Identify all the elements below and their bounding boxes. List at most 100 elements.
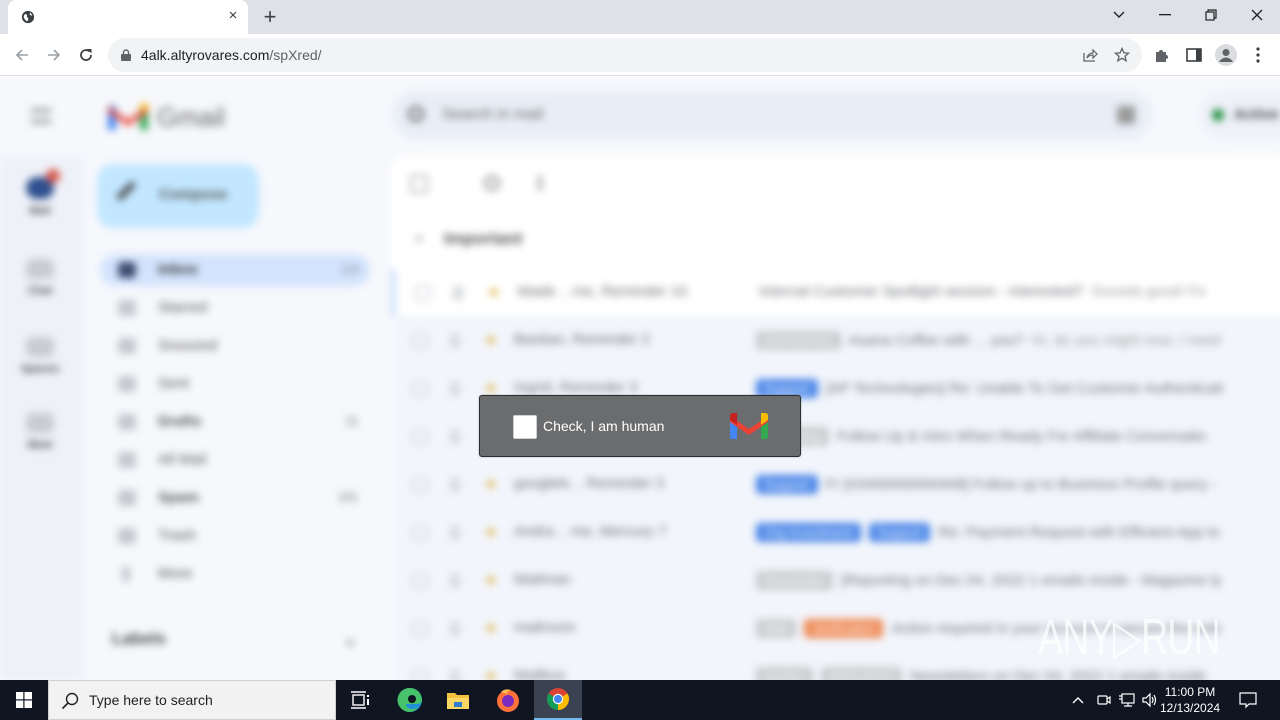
nav-drafts: Drafts 11 — [100, 406, 370, 438]
section-heading: Important — [444, 229, 523, 248]
select-all-checkbox — [410, 175, 428, 193]
email-sender: Wade .. me, Reminder 10 — [517, 283, 688, 300]
nav-label: Trash — [158, 527, 196, 544]
side-panel-icon — [1186, 48, 1202, 62]
more-icon — [538, 175, 542, 191]
human-checkbox[interactable] — [513, 415, 537, 439]
email-subject-line: Newsletter [Reporting on Dec 04, 2022 1 e… — [756, 571, 1222, 590]
bookmark-button[interactable] — [1108, 41, 1136, 69]
mail-icon — [26, 169, 60, 199]
system-clock[interactable]: 11:00 PM 12/13/2024 — [1160, 684, 1220, 716]
close-window-button[interactable] — [1234, 0, 1280, 30]
chrome-button[interactable] — [534, 680, 582, 720]
row-checkbox — [412, 621, 428, 637]
email-subject-line: Support [AP Technologies] Re: Unable To G… — [756, 379, 1223, 398]
nav-trash: Trash — [100, 520, 370, 552]
start-button[interactable] — [0, 680, 48, 720]
minimize-button[interactable] — [1142, 0, 1188, 30]
network-icon — [1119, 693, 1135, 707]
puzzle-icon — [1156, 50, 1168, 62]
firefox-icon — [497, 689, 519, 712]
speaker-icon — [1142, 692, 1157, 708]
nav-count: 1,4 — [341, 262, 358, 276]
email-subject: Fr [#2000000000408] Follow up to Busines… — [825, 476, 1217, 493]
notification-icon — [1239, 692, 1257, 709]
meet-icon — [26, 413, 54, 433]
restore-button[interactable] — [1188, 0, 1234, 30]
status-text: Active — [1234, 106, 1280, 123]
rail-spaces: Spaces — [16, 337, 64, 375]
importance-icon — [453, 286, 463, 300]
chrome-icon — [547, 688, 569, 710]
tab-close-button[interactable]: × — [225, 8, 241, 24]
back-button[interactable] — [8, 41, 36, 69]
email-row: ★ Bastian, Reminder 2 [ZENDESK] Asana Coffe… — [392, 317, 1280, 365]
nav-inbox: Inbox 1,4 — [100, 254, 370, 286]
email-sender: Mailbox — [514, 667, 566, 680]
more-vert-icon — [1256, 47, 1260, 63]
chat-icon — [26, 259, 54, 279]
label-chip: Support — [868, 523, 931, 542]
camera-icon — [1097, 695, 1111, 705]
hamburger-icon — [31, 109, 51, 123]
rail-label: Meet — [27, 439, 53, 451]
email-subject: [AP Technologies] Re: Unable To Get Cust… — [825, 380, 1224, 397]
compose-button: Compose — [97, 164, 259, 228]
rail-label: Mail — [29, 205, 51, 217]
notifications-button[interactable] — [1237, 690, 1259, 710]
clock-icon — [118, 338, 136, 354]
star-icon: ★ — [484, 620, 498, 637]
star-icon: ★ — [484, 332, 498, 349]
mail-search-bar: Search in mail — [392, 91, 1152, 139]
email-sender: mailroom — [514, 619, 576, 636]
share-button[interactable] — [1076, 41, 1104, 69]
volume-tray-icon[interactable] — [1140, 690, 1160, 710]
taskbar-search-box[interactable]: Type here to search — [48, 680, 336, 720]
search-icon — [61, 692, 79, 710]
file-explorer-button[interactable] — [434, 680, 482, 720]
label-chip: [MAILBOX] — [821, 667, 903, 680]
email-subject: Newsletters on Dec 04, 2022 1 emails ins… — [910, 668, 1207, 680]
meet-now-tray-icon[interactable] — [1094, 690, 1114, 710]
lock-icon — [121, 49, 131, 61]
rail-label: Spaces — [20, 363, 60, 375]
browser-tab[interactable]: × — [8, 0, 248, 34]
firefox-button[interactable] — [484, 680, 532, 720]
close-icon — [1251, 9, 1263, 21]
gmail-app-name: Gmail — [157, 102, 225, 132]
extensions-button[interactable] — [1148, 41, 1176, 69]
arrow-right-icon — [48, 49, 61, 61]
windows-logo-icon — [16, 692, 32, 708]
url-text[interactable]: 4alk.altyrovares.com/spXred/ — [141, 47, 322, 63]
edge-button[interactable] — [386, 680, 434, 720]
nav-spam: Spam 101 — [100, 482, 370, 514]
network-tray-icon[interactable] — [1117, 690, 1137, 710]
email-subject: Asana Coffee with ... you? — [848, 332, 1024, 349]
email-row: ★ googlels .. Reminder 3 Support Fr [#20000… — [392, 461, 1280, 509]
side-panel-button[interactable] — [1180, 41, 1208, 69]
email-sender: Mailman — [514, 571, 571, 588]
email-row: ★ Andra .. me, Mercury 7 Org Investment Sup… — [392, 509, 1280, 557]
show-hidden-icons-button[interactable] — [1068, 690, 1088, 710]
email-sender: Bastian, Reminder 2 — [514, 331, 650, 348]
trash-icon — [118, 528, 136, 544]
tab-strip: × + — [0, 0, 1280, 34]
email-sender: googlels .. Reminder 3 — [514, 475, 665, 492]
new-tab-button[interactable]: + — [260, 6, 280, 28]
task-view-icon — [351, 691, 369, 709]
taskbar-search-placeholder: Type here to search — [89, 692, 213, 708]
label-chip: Mail — [756, 619, 796, 638]
email-subject: Follow Up & Intro When Ready For Affilia… — [837, 428, 1207, 445]
rail-label: Chat — [27, 285, 53, 297]
nav-count: 101 — [337, 490, 358, 504]
forward-button[interactable] — [40, 41, 68, 69]
tab-search-button[interactable] — [1096, 0, 1142, 30]
rail-meet: Meet — [16, 413, 64, 451]
add-label-icon: + — [345, 633, 356, 653]
label-chip: Org Investment — [756, 523, 861, 542]
menu-button[interactable] — [1244, 41, 1272, 69]
profile-button[interactable] — [1212, 41, 1240, 69]
task-view-button[interactable] — [336, 680, 384, 720]
reload-button[interactable] — [72, 41, 100, 69]
address-bar[interactable]: 4alk.altyrovares.com/spXred/ — [108, 38, 1142, 72]
